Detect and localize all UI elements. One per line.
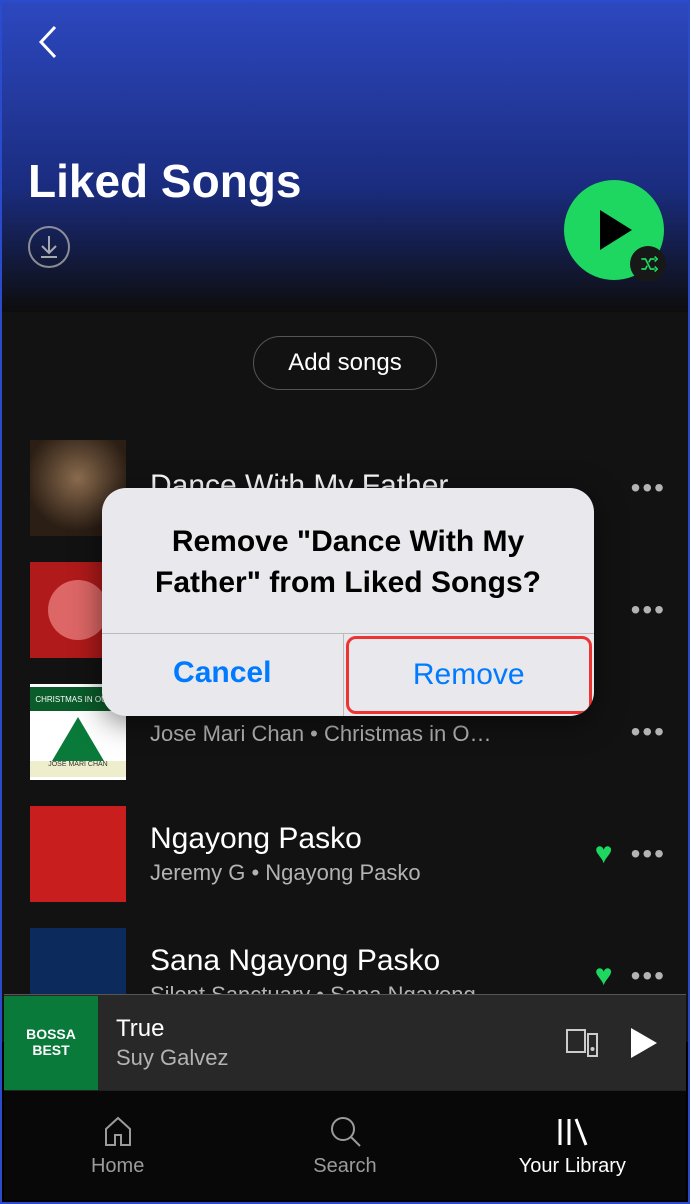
devices-icon[interactable] [562,1023,602,1063]
nav-label: Your Library [519,1155,626,1178]
bottom-navbar: Home Search Your Library [4,1090,686,1200]
track-row[interactable]: Ngayong Pasko Jeremy G • Ngayong Pasko ♥… [2,798,688,920]
now-playing-artist: Suy Galvez [116,1045,562,1071]
nav-label: Search [313,1155,376,1178]
track-subtitle: Jose Mari Chan • Christmas in O… [150,721,625,747]
track-title: Sana Ngayong Pasko [150,944,595,978]
heart-icon[interactable]: ♥ [595,959,613,993]
remove-confirm-dialog: Remove "Dance With My Father" from Liked… [102,488,594,716]
download-button[interactable] [28,226,70,268]
nav-library[interactable]: Your Library [459,1091,686,1200]
now-playing-text: True Suy Galvez [116,1015,562,1071]
more-icon[interactable]: ••• [625,584,672,636]
now-playing-title: True [116,1015,562,1043]
track-subtitle: Jeremy G • Ngayong Pasko [150,860,595,886]
heart-icon[interactable]: ♥ [595,837,613,871]
back-button[interactable] [28,22,68,62]
play-icon[interactable] [624,1023,664,1063]
more-icon[interactable]: ••• [625,828,672,880]
tree-icon [52,717,104,761]
cancel-button[interactable]: Cancel [102,634,344,716]
add-songs-button[interactable]: Add songs [253,336,436,390]
page-title: Liked Songs [28,154,662,208]
dialog-message: Remove "Dance With My Father" from Liked… [102,488,594,633]
track-text: Jose Mari Chan • Christmas in O… [150,717,625,747]
more-icon[interactable]: ••• [625,462,672,514]
now-playing-bar[interactable]: BOSSA BEST True Suy Galvez [4,994,686,1090]
track-text: Ngayong Pasko Jeremy G • Ngayong Pasko [150,822,595,886]
track-title: Ngayong Pasko [150,822,595,856]
shuffle-icon [630,246,666,282]
now-playing-art: BOSSA BEST [4,996,98,1090]
header: Liked Songs [2,2,688,312]
remove-button[interactable]: Remove [346,636,593,714]
nav-home[interactable]: Home [4,1091,231,1200]
nav-search[interactable]: Search [231,1091,458,1200]
more-icon[interactable]: ••• [625,706,672,758]
dialog-actions: Cancel Remove [102,633,594,716]
album-art [30,806,126,902]
nav-label: Home [91,1155,144,1178]
play-button[interactable] [564,180,664,280]
